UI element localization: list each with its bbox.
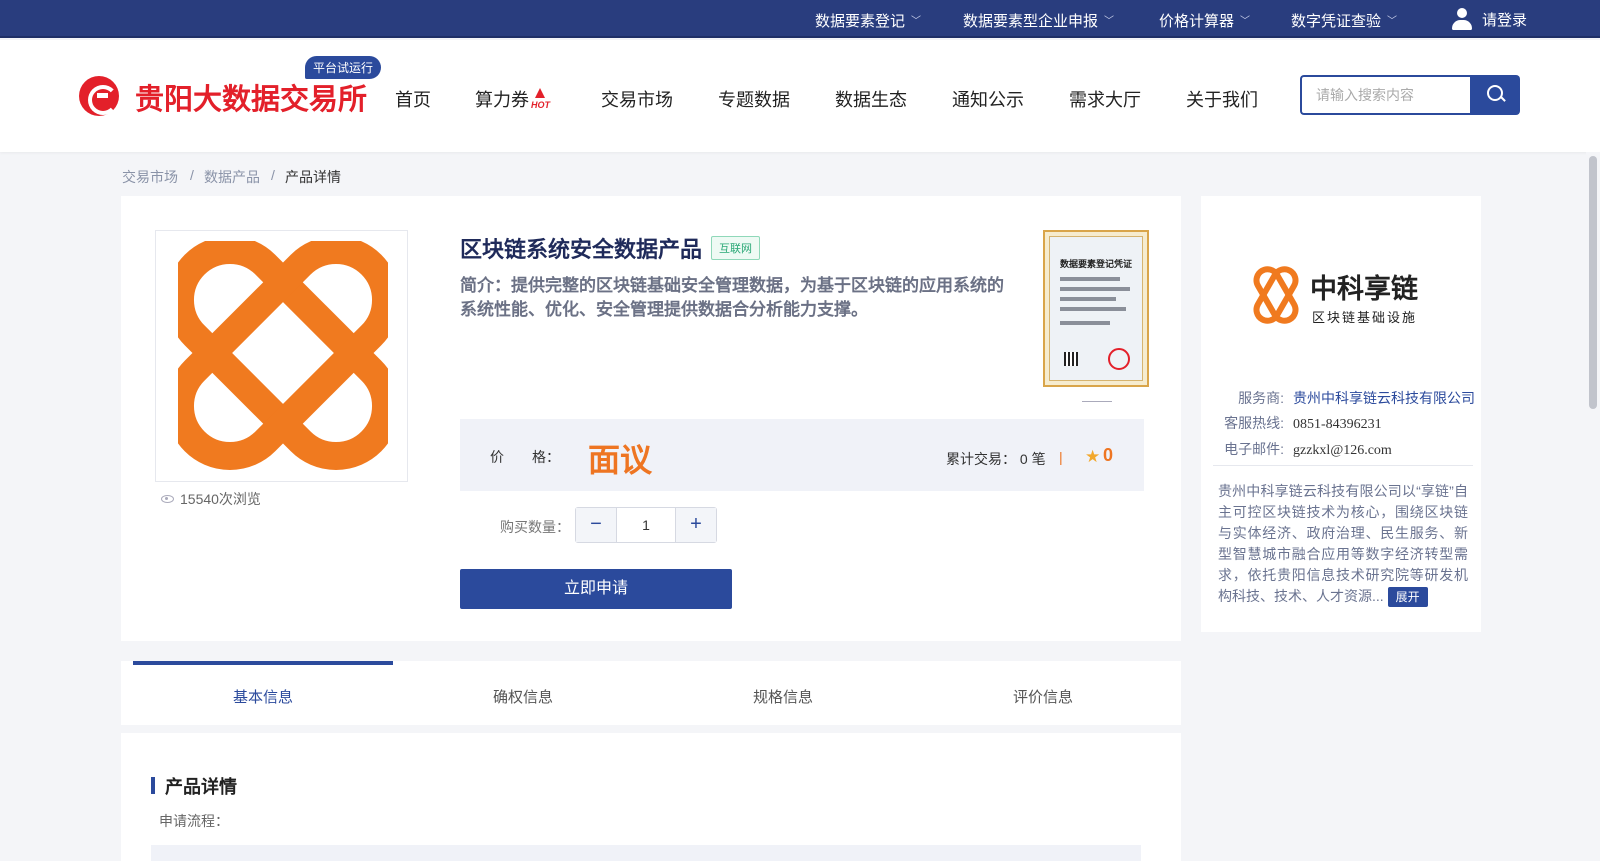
breadcrumb-separator: / [190, 167, 194, 183]
vendor-description-text: 贵州中科享链云科技有限公司以“享链”自主可控区块链技术为核心，围绕区块链与实体经… [1218, 483, 1468, 604]
breadcrumb-separator: / [271, 167, 275, 183]
certificate-text-line [1060, 321, 1110, 325]
nav-data-ecosystem[interactable]: 数据生态 [835, 86, 907, 112]
nav-compute-voucher[interactable]: 算力券 HOT [475, 86, 550, 112]
chevron-down-icon: ﹀ [911, 16, 922, 27]
increase-button[interactable]: + [676, 508, 716, 542]
hotline-label: 客服热线: [1224, 415, 1284, 431]
vendor-logo-icon: 中科享链 区块链基础设施 [1253, 266, 1418, 326]
certificate-text-line [1060, 307, 1126, 311]
price-value: 面议 [588, 442, 653, 478]
trial-badge: 平台试运行 [305, 56, 382, 79]
breadcrumb-data-products[interactable]: 数据产品 [204, 167, 260, 187]
product-title: 区块链系统安全数据产品 [460, 237, 703, 262]
certificate-text-line [1060, 277, 1120, 281]
chevron-down-icon: ﹀ [1240, 16, 1251, 27]
apply-now-button[interactable]: 立即申请 [460, 569, 732, 609]
process-block [151, 845, 1141, 861]
vendor-logo: 中科享链 区块链基础设施 [1250, 262, 1430, 347]
email-label: 电子邮件: [1224, 441, 1284, 457]
transaction-count: 累计交易： 0 笔 [946, 451, 1046, 467]
breadcrumb-current: 产品详情 [285, 169, 341, 185]
quantity-stepper: − 1 + [575, 507, 717, 543]
certificate-text-line [1060, 287, 1130, 291]
exchange-logo-icon[interactable] [79, 76, 119, 116]
registration-certificate[interactable]: 数据要素登记凭证 [1043, 230, 1149, 387]
search-icon[interactable] [1470, 75, 1520, 115]
product-image [155, 230, 408, 482]
tab-ownership-info[interactable]: 确权信息 [393, 661, 653, 725]
topbar-link-price-calculator[interactable]: 价格计算器 ﹀ [1159, 10, 1250, 31]
tab-spec-info[interactable]: 规格信息 [653, 661, 913, 725]
login-link[interactable]: 请登录 [1452, 8, 1527, 30]
chevron-down-icon: ﹀ [1104, 16, 1115, 27]
vendor-description: 贵州中科享链云科技有限公司以“享链”自主可控区块链技术为核心，围绕区块链与实体经… [1218, 481, 1468, 607]
decrease-button[interactable]: − [576, 508, 616, 542]
provider-label: 服务商: [1238, 390, 1284, 406]
price-label: 价 格： [490, 449, 560, 465]
nav-demand-hall[interactable]: 需求大厅 [1069, 86, 1141, 112]
user-icon [1452, 8, 1472, 30]
tab-review-info[interactable]: 评价信息 [913, 661, 1173, 725]
main-header: 贵阳大数据交易所 平台试运行 首页 算力券 HOT 交易市场 专题数据 数据生态 … [0, 40, 1600, 152]
section-title: 产品详情 [165, 777, 237, 797]
rating-value: 0 [1103, 445, 1114, 465]
certificate-document: 数据要素登记凭证 [1049, 236, 1143, 381]
vendor-logo-subtitle: 区块链基础设施 [1312, 311, 1417, 326]
certificate-title: 数据要素登记凭证 [1059, 259, 1132, 269]
hot-icon: HOT [531, 92, 550, 110]
nav-trade-market[interactable]: 交易市场 [601, 86, 673, 112]
topbar-link-certificate-check[interactable]: 数字凭证查验 ﹀ [1291, 10, 1397, 31]
view-count: 15540次浏览 [161, 489, 261, 509]
product-description: 简介：提供完整的区块链基础安全管理数据，为基于区块链的应用系统的系统性能、优化、… [460, 276, 1004, 319]
provider-link[interactable]: 贵州中科享链云科技有限公司 [1293, 390, 1475, 406]
vendor-logo-name: 中科享链 [1310, 273, 1418, 305]
vendor-provider: 服务商: 贵州中科享链云科技有限公司 [1211, 388, 1475, 408]
product-details-panel [121, 733, 1181, 861]
nav-topic-data[interactable]: 专题数据 [718, 86, 790, 112]
divider [1213, 465, 1473, 466]
section-subtitle: 申请流程： [159, 813, 229, 829]
topbar-link-enterprise-declaration[interactable]: 数据要素型企业申报 ﹀ [963, 10, 1114, 31]
eye-icon [161, 495, 174, 503]
scrollbar-thumb[interactable] [1589, 156, 1597, 409]
certificate-text-line [1060, 297, 1116, 301]
email-value: gzzkxl@126.com [1293, 443, 1392, 458]
site-logo-text[interactable]: 贵阳大数据交易所 [135, 76, 367, 118]
tab-basic-info[interactable]: 基本信息 [133, 661, 393, 725]
hotline-value: 0851-84396231 [1293, 417, 1382, 432]
certificate-indicator [1082, 401, 1112, 402]
view-count-label: 15540次浏览 [180, 491, 261, 507]
product-logo-icon [178, 241, 388, 471]
expand-button[interactable]: 展开 [1387, 587, 1428, 607]
breadcrumb-trade-market[interactable]: 交易市场 [122, 167, 178, 187]
vendor-email: 电子邮件: gzzkxl@126.com [1211, 439, 1392, 459]
category-tag: 互联网 [711, 236, 760, 260]
section-marker [151, 777, 155, 794]
top-bar: 数据要素登记 ﹀ 数据要素型企业申报 ﹀ 价格计算器 ﹀ 数字凭证查验 ﹀ 请登录 [0, 0, 1600, 38]
topbar-link-data-registration[interactable]: 数据要素登记 ﹀ [815, 10, 921, 31]
chevron-down-icon: ﹀ [1387, 16, 1398, 27]
quantity-input[interactable]: 1 [616, 508, 676, 542]
qr-code-icon [1064, 352, 1078, 366]
login-label: 请登录 [1482, 11, 1528, 29]
search-input[interactable] [1300, 75, 1470, 115]
vendor-hotline: 客服热线: 0851-84396231 [1211, 413, 1382, 433]
nav-home[interactable]: 首页 [395, 86, 431, 112]
divider: | [1059, 449, 1063, 465]
seal-icon [1108, 348, 1130, 370]
quantity-label: 购买数量： [500, 519, 570, 535]
star-icon: ★ [1085, 447, 1101, 466]
nav-about-us[interactable]: 关于我们 [1186, 86, 1258, 112]
nav-notices[interactable]: 通知公示 [952, 86, 1024, 112]
